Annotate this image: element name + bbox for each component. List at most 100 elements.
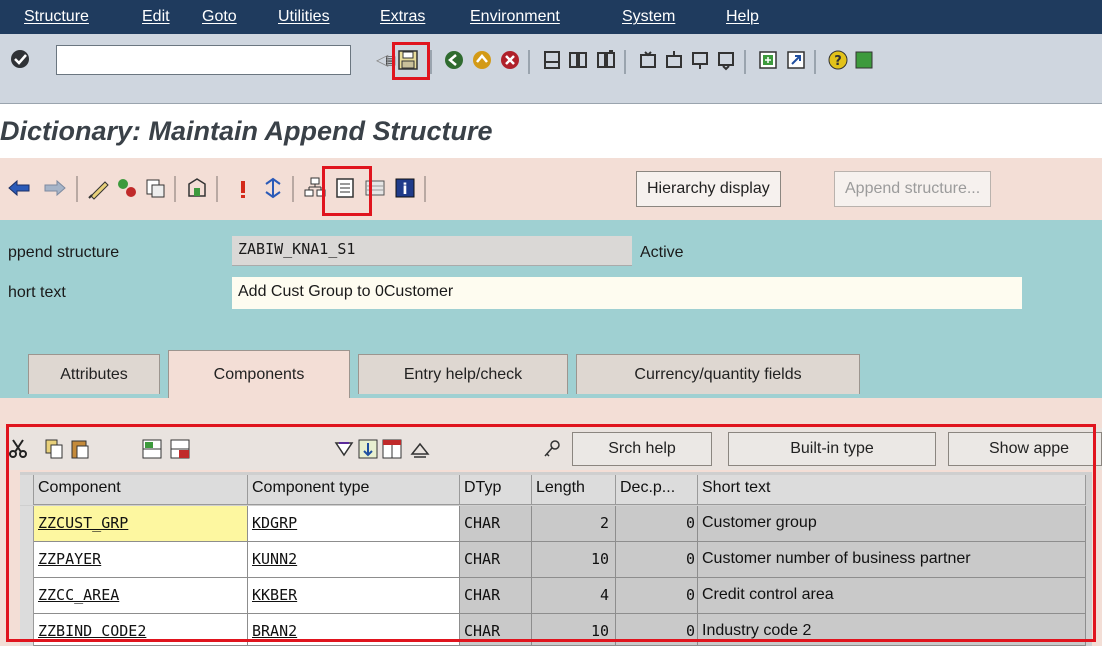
short-text-field[interactable]: Add Cust Group to 0Customer xyxy=(232,277,1022,309)
cell-short-text: Credit control area xyxy=(698,578,1086,614)
table-display-icon[interactable] xyxy=(362,175,388,201)
column-header-component-type[interactable]: Component type xyxy=(248,475,460,505)
append-structure-label: ppend structure xyxy=(8,244,120,261)
tab-entry-help-check[interactable]: Entry help/check xyxy=(358,354,568,394)
tab-currency-quantity-fields[interactable]: Currency/quantity fields xyxy=(576,354,860,394)
cell-decimals: 0 xyxy=(616,614,698,646)
cell-short-text: Customer number of business partner xyxy=(698,542,1086,578)
insert-row-icon[interactable] xyxy=(140,436,164,462)
cell-component-type[interactable]: BRAN2 xyxy=(248,614,460,646)
display-change-icon[interactable] xyxy=(86,175,112,201)
column-header-dtyp[interactable]: DTyp xyxy=(460,475,532,505)
expand-up-icon[interactable] xyxy=(408,436,432,462)
append-structure-button: Append structure... xyxy=(834,171,992,207)
cell-component-type[interactable]: KKBER xyxy=(248,578,460,614)
toolbar-separator xyxy=(744,50,746,74)
next-page-icon[interactable] xyxy=(688,48,712,72)
toolbar-separator xyxy=(430,50,432,74)
check-icon[interactable] xyxy=(142,175,168,201)
cell-component-type[interactable]: KDGRP xyxy=(248,506,460,542)
toolbar-separator xyxy=(216,176,218,202)
menu-extras[interactable]: Extras xyxy=(380,8,425,26)
last-page-icon[interactable] xyxy=(714,48,738,72)
toolbar-separator xyxy=(292,176,294,202)
menu-utilities[interactable]: Utilities xyxy=(278,8,330,26)
find-next-icon[interactable] xyxy=(594,48,618,72)
cell-component[interactable]: ZZCC_AREA xyxy=(34,578,248,614)
built-in-type-button[interactable]: Built-in type xyxy=(728,432,936,466)
column-header-short-text[interactable]: Short text xyxy=(698,475,1086,505)
command-field[interactable]: ▤ xyxy=(56,45,396,75)
tree-display-icon[interactable] xyxy=(332,175,358,201)
hierarchy-icon[interactable] xyxy=(302,175,328,201)
menu-goto[interactable]: Goto xyxy=(202,8,237,26)
row-selector[interactable] xyxy=(20,614,34,646)
where-used-icon[interactable] xyxy=(260,175,286,201)
show-append-button[interactable]: Show appe xyxy=(948,432,1102,466)
key-icon[interactable] xyxy=(540,436,564,462)
column-header-component[interactable]: Component xyxy=(34,475,248,505)
print-icon[interactable] xyxy=(540,48,564,72)
menu-system[interactable]: System xyxy=(622,8,675,26)
cell-component-type[interactable]: KUNN2 xyxy=(248,542,460,578)
hierarchy-display-button[interactable]: Hierarchy display xyxy=(636,171,781,207)
menu-bar: Structure Edit Goto Utilities Extras Env… xyxy=(0,0,1102,34)
back-arrow-icon[interactable] xyxy=(6,175,32,201)
filter-icon[interactable] xyxy=(332,436,356,462)
status-label: Active xyxy=(640,244,684,261)
toolbar-separator xyxy=(76,176,78,202)
cell-decimals: 0 xyxy=(616,506,698,542)
paste-icon[interactable] xyxy=(68,436,92,462)
activate-object-icon[interactable] xyxy=(230,175,256,201)
enter-check-icon[interactable] xyxy=(8,47,32,71)
tab-components[interactable]: Components xyxy=(168,350,350,398)
cancel-icon[interactable] xyxy=(498,48,522,72)
menu-edit[interactable]: Edit xyxy=(142,8,170,26)
tab-attributes[interactable]: Attributes xyxy=(28,354,160,394)
forward-arrow-icon[interactable] xyxy=(42,175,68,201)
sort-icon[interactable] xyxy=(356,436,380,462)
cell-length: 4 xyxy=(532,578,616,614)
delete-row-icon[interactable] xyxy=(168,436,192,462)
cell-short-text: Industry code 2 xyxy=(698,614,1086,646)
cell-length: 10 xyxy=(532,614,616,646)
new-session-icon[interactable] xyxy=(756,48,780,72)
toolbar-separator xyxy=(624,50,626,74)
help-icon[interactable]: ? xyxy=(826,48,850,72)
previous-page-icon[interactable] xyxy=(662,48,686,72)
append-structure-field: ZABIW_KNA1_S1 xyxy=(232,236,632,266)
exit-icon[interactable] xyxy=(470,48,494,72)
cell-dtyp: CHAR xyxy=(460,578,532,614)
cut-icon[interactable] xyxy=(6,436,30,462)
layout-menu-icon[interactable] xyxy=(852,48,876,72)
cell-short-text: Customer group xyxy=(698,506,1086,542)
find-icon[interactable] xyxy=(566,48,590,72)
first-page-icon[interactable] xyxy=(636,48,660,72)
save-icon[interactable] xyxy=(396,48,420,72)
column-layout-icon[interactable] xyxy=(380,436,404,462)
toolbar-separator xyxy=(174,176,176,202)
row-selector[interactable] xyxy=(20,542,34,578)
copy-icon[interactable] xyxy=(42,436,66,462)
cell-component[interactable]: ZZBIND_CODE2 xyxy=(34,614,248,646)
cell-decimals: 0 xyxy=(616,578,698,614)
row-selector[interactable] xyxy=(20,578,34,614)
other-object-icon[interactable] xyxy=(114,175,140,201)
short-text-label: hort text xyxy=(8,284,66,301)
menu-environment[interactable]: Environment xyxy=(470,8,560,26)
row-selector-header[interactable] xyxy=(20,475,34,505)
row-selector[interactable] xyxy=(20,506,34,542)
cell-component[interactable]: ZZCUST_GRP xyxy=(34,506,248,542)
activate-icon[interactable] xyxy=(184,175,210,201)
column-header-decimals[interactable]: Dec.p... xyxy=(616,475,698,505)
shortcut-icon[interactable] xyxy=(784,48,808,72)
collapse-arrow-icon[interactable]: ◁ xyxy=(370,48,394,72)
column-header-length[interactable]: Length xyxy=(532,475,616,505)
page-title: Dictionary: Maintain Append Structure xyxy=(0,116,493,146)
cell-component[interactable]: ZZPAYER xyxy=(34,542,248,578)
back-icon[interactable] xyxy=(442,48,466,72)
info-icon[interactable]: i xyxy=(392,175,418,201)
menu-help[interactable]: Help xyxy=(726,8,759,26)
menu-structure[interactable]: Structure xyxy=(24,8,89,26)
srch-help-button[interactable]: Srch help xyxy=(572,432,712,466)
